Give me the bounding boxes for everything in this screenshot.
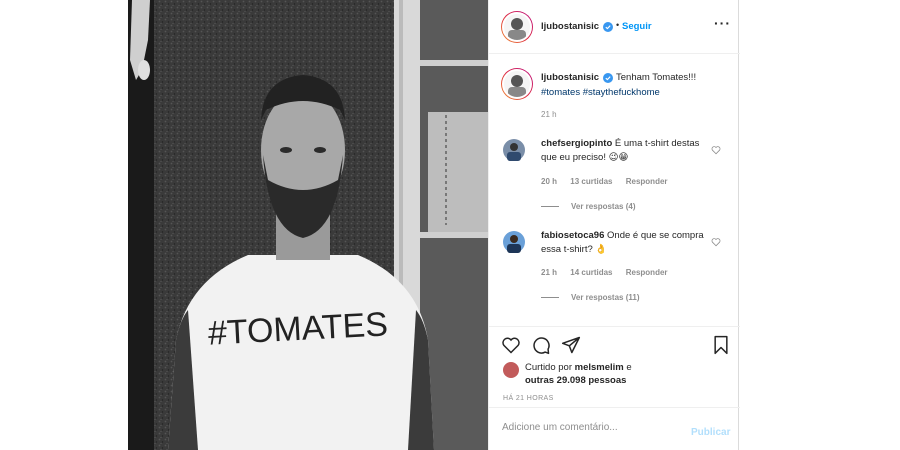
comment-like-heart-icon[interactable]: [711, 237, 721, 247]
view-replies-label: Ver respostas (4): [571, 202, 636, 211]
caption-hashtags[interactable]: #tomates #staythefuckhome: [541, 87, 660, 98]
caption-time[interactable]: 21 h: [541, 110, 557, 119]
liked-user[interactable]: melsmelim: [575, 362, 624, 373]
post-header: ljubostanisic • Seguir ···: [489, 0, 740, 54]
heart-icon[interactable]: [501, 335, 521, 355]
comment-text: chefsergiopinto É uma t-shirt destas que…: [541, 137, 711, 165]
liked-prefix: Curtido por: [525, 362, 572, 373]
reply-button[interactable]: Responder: [626, 268, 668, 277]
comment-bubble-icon[interactable]: [531, 335, 551, 355]
post-photo[interactable]: #TOMATES: [128, 0, 488, 450]
replies-line: [541, 206, 559, 208]
comment-time[interactable]: 20 h: [541, 177, 557, 186]
add-comment-bar: Publicar: [489, 407, 740, 450]
comment-likes[interactable]: 14 curtidas: [570, 268, 612, 277]
caption-username[interactable]: ljubostanisic: [541, 72, 599, 83]
liked-by-avatar[interactable]: [503, 362, 519, 378]
comment-text: fabiosetoca96 Onde é que se compra essa …: [541, 229, 711, 257]
paper-plane-icon[interactable]: [561, 335, 581, 355]
caption-avatar-image: [502, 69, 532, 99]
more-options-icon[interactable]: ···: [714, 15, 731, 31]
comment-meta: 21 h 14 curtidas Responder: [541, 268, 679, 277]
comment-like-heart-icon[interactable]: [711, 145, 721, 155]
liked-others[interactable]: outras 29.098 pessoas: [525, 375, 626, 386]
comment-username[interactable]: fabiosetoca96: [541, 230, 604, 241]
publish-button[interactable]: Publicar: [691, 427, 730, 438]
comment-avatar[interactable]: [503, 231, 525, 253]
bookmark-icon[interactable]: [711, 335, 731, 355]
comment-username[interactable]: chefsergiopinto: [541, 138, 612, 149]
comment-likes[interactable]: 13 curtidas: [570, 177, 612, 186]
comment-meta: 20 h 13 curtidas Responder: [541, 177, 679, 186]
comment-avatar[interactable]: [503, 139, 525, 161]
avatar-image: [502, 12, 532, 42]
comment-time[interactable]: 21 h: [541, 268, 557, 277]
separator-dot: •: [616, 20, 620, 30]
verified-badge-icon: [603, 73, 613, 83]
verified-badge-icon: [603, 22, 613, 32]
caption-text: Tenham Tomates!!!: [616, 72, 697, 83]
view-replies-label: Ver respostas (11): [571, 293, 640, 302]
post-side-panel: ljubostanisic • Seguir ··· ljubostanisic…: [488, 0, 740, 450]
likes-summary: Curtido por melsmelim e outras 29.098 pe…: [525, 361, 632, 387]
follow-button[interactable]: Seguir: [622, 21, 652, 32]
view-replies-button[interactable]: Ver respostas (4): [541, 202, 635, 211]
add-comment-input[interactable]: [502, 422, 672, 433]
view-replies-button[interactable]: Ver respostas (11): [541, 293, 639, 302]
liked-connector: e: [626, 362, 632, 373]
caption-avatar[interactable]: [501, 68, 533, 100]
post-timestamp[interactable]: HÁ 21 HORAS: [503, 395, 554, 402]
replies-line: [541, 297, 559, 299]
reply-button[interactable]: Responder: [626, 177, 668, 186]
header-username[interactable]: ljubostanisic: [541, 21, 599, 32]
post-photo-image: #TOMATES: [128, 0, 488, 450]
avatar[interactable]: [501, 11, 533, 43]
